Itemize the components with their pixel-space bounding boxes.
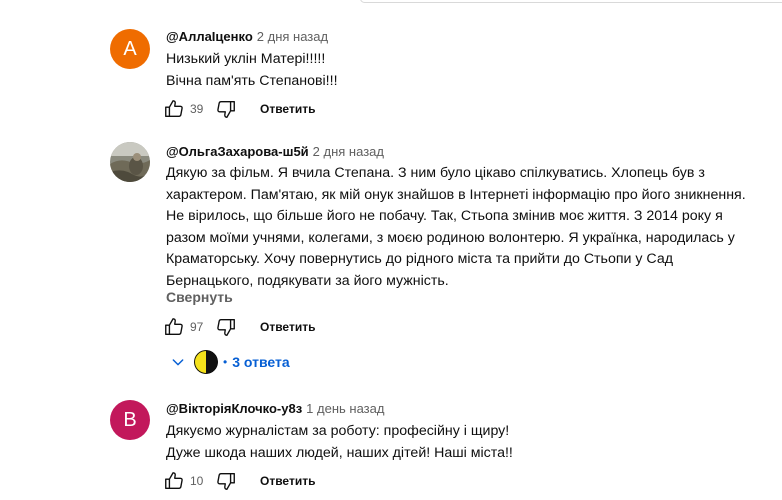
comment-actions: 10 Ответить [160,465,321,497]
separator-dot: • [223,355,228,369]
comment-time[interactable]: 1 день назад [306,401,384,416]
avatar[interactable]: A [110,29,150,69]
comment-text-line: разом моїми учнями, колегами, з моєю род… [166,229,735,246]
comment-text: Дякуємо журналістам за роботу: професійн… [166,421,766,464]
comment-text-line: Вічна пам'ять Степанові!!! [166,72,338,89]
collapse-button[interactable]: Свернуть [166,289,233,305]
thumb-down-icon [217,472,235,490]
comment-text-line: Дякуємо журналістам за роботу: професійн… [166,423,510,439]
author-name[interactable]: @ОльгаЗахарова-ш5й [166,144,309,159]
comment-header: @ВікторіяКлочко-у8з 1 день назад [166,401,384,417]
profile-photo [110,142,150,182]
author-name[interactable]: @АллаІценко [166,29,253,44]
thumb-down-icon [217,100,235,118]
author-name[interactable]: @ВікторіяКлочко-у8з [166,401,302,416]
dislike-button[interactable] [212,467,240,495]
comment-time[interactable]: 2 дня назад [313,144,384,159]
comment-text-line: Низький уклін Матері!!!!! [166,51,326,67]
chevron-down-icon [166,350,190,374]
top-container-edge [360,0,782,3]
reply-button[interactable]: Ответить [254,314,321,340]
like-count: 10 [190,474,204,488]
like-button[interactable] [160,313,188,341]
reply-author-avatar [194,350,218,374]
comment-header: @ОльгаЗахарова-ш5й 2 дня назад [166,144,384,160]
comment-text: Дякую за фільм. Я вчила Степана. З ним б… [166,163,766,292]
avatar[interactable] [110,142,150,182]
comment-text-line: Краматорську. Хочу повернутись до рідног… [166,251,673,267]
dislike-button[interactable] [212,95,240,123]
avatar[interactable]: B [110,400,150,440]
comment-header: @АллаІценко 2 дня назад [166,29,328,45]
dislike-button[interactable] [212,313,240,341]
comment-text-line: Не вірилось, що більше його не побачу. Т… [166,208,723,224]
thumb-up-icon [165,100,183,118]
comment-text-line: характером. Пам'ятаю, як мій онук знайшо… [166,186,746,203]
view-replies-button[interactable]: • 3 ответа [166,346,290,378]
comment-text-line: Дякую за фільм. Я вчила Степана. З ним б… [166,165,705,181]
comment-actions: 39 Ответить [160,93,321,125]
thumb-up-icon [165,318,183,336]
like-count: 39 [190,102,204,116]
comment-text-line: Дуже шкода наших людей, наших дітей! Наш… [166,444,513,461]
reply-button[interactable]: Ответить [254,96,321,122]
comment-actions: 97 Ответить [160,311,321,343]
reply-button[interactable]: Ответить [254,468,321,494]
like-count: 97 [190,320,204,334]
like-button[interactable] [160,95,188,123]
comment-text-line: Бернацького, подякувати за його мужність… [166,272,449,289]
thumb-down-icon [217,318,235,336]
like-button[interactable] [160,467,188,495]
comment-text: Низький уклін Матері!!!!! Вічна пам'ять … [166,49,766,92]
replies-count-label[interactable]: 3 ответа [232,354,289,370]
comment-time[interactable]: 2 дня назад [257,29,328,44]
thumb-up-icon [165,472,183,490]
